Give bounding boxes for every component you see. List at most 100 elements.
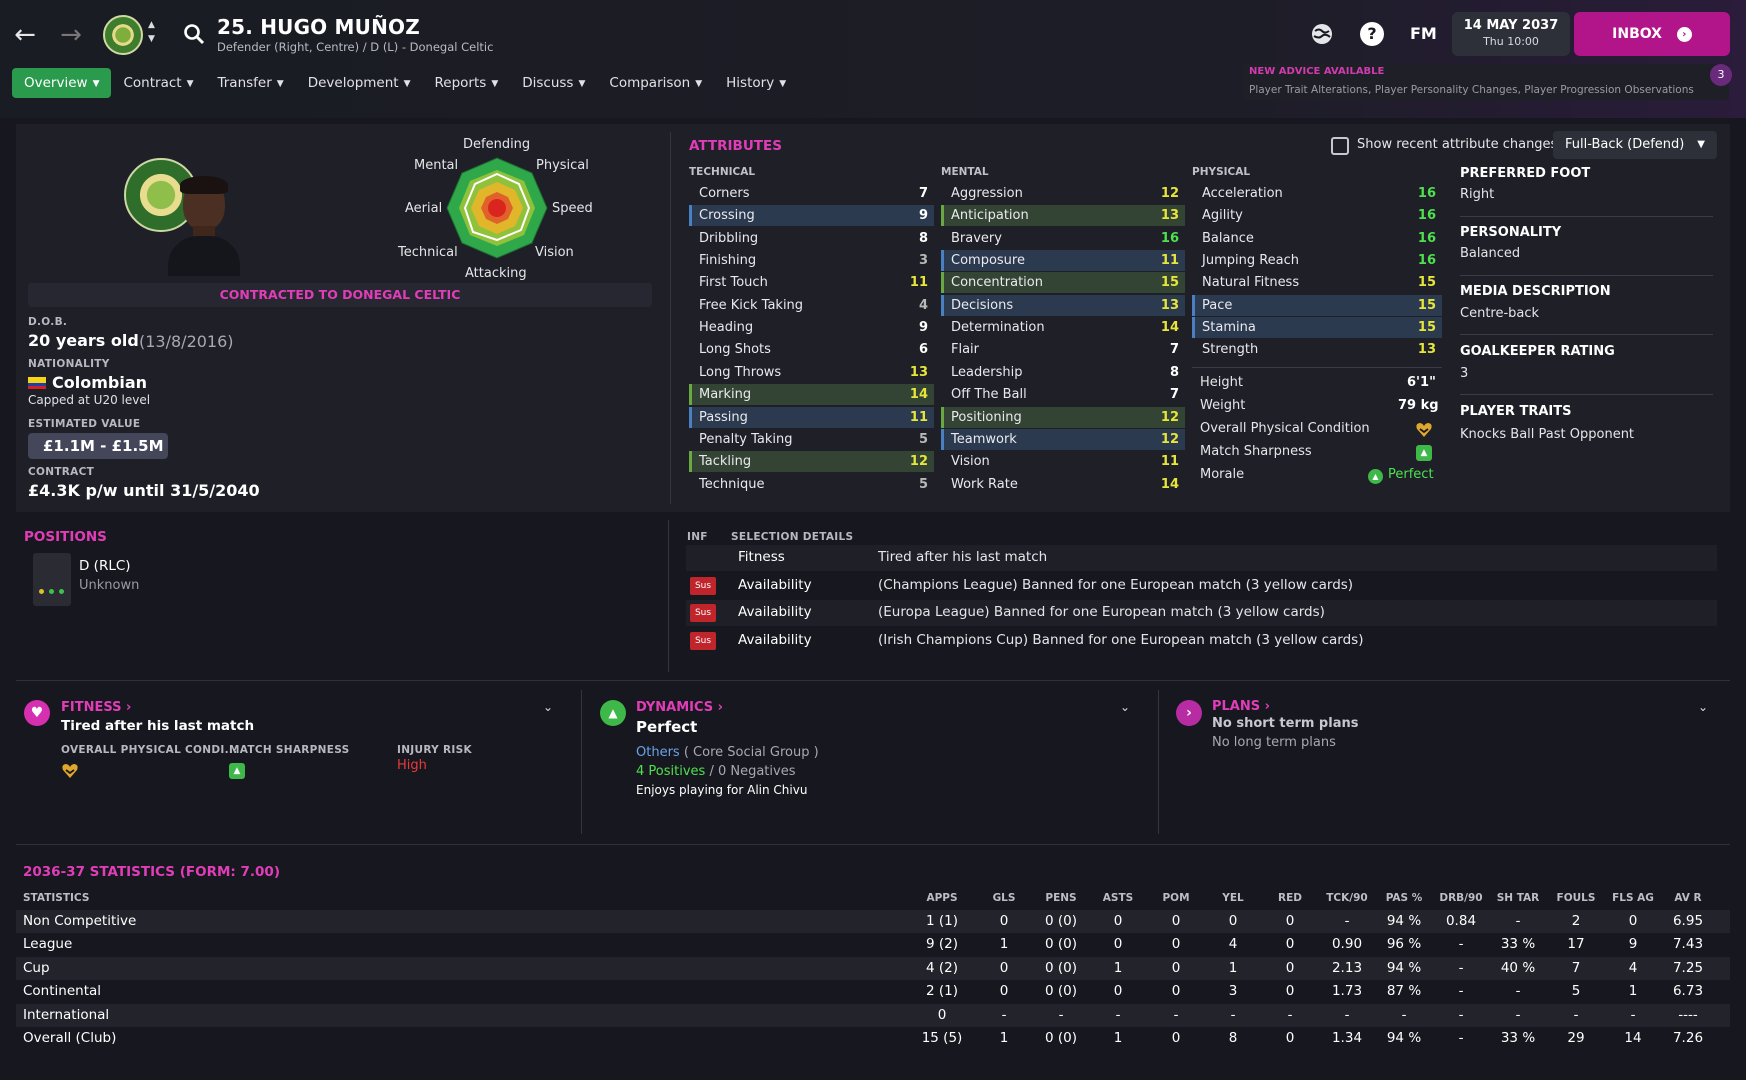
tab-comparison[interactable]: Comparison ▼ (597, 68, 714, 98)
attribute-row[interactable]: Dribbling 8 (689, 228, 934, 249)
attribute-row[interactable]: Penalty Taking 5 (689, 429, 934, 450)
attribute-row[interactable]: Acceleration 16 (1192, 183, 1442, 204)
fitness-card-title[interactable]: FITNESS › (61, 700, 131, 715)
selection-type: Fitness (738, 549, 785, 565)
dynamics-expand-chevron-icon[interactable]: ⌄ (1120, 700, 1130, 714)
card-divider (1158, 690, 1159, 834)
attribute-name: Off The Ball (951, 387, 1027, 403)
column-header[interactable]: APPS (907, 892, 977, 908)
attribute-name: Penalty Taking (699, 431, 793, 447)
table-row[interactable]: League 9 (2) 1 0 (0) 0 0 4 0 0.90 96 % -33 % 17 9 7.4… (16, 933, 1730, 956)
role-select[interactable]: Full-Back (Defend) ▼ (1553, 131, 1717, 159)
back-arrow-icon[interactable]: ← (10, 20, 40, 50)
attribute-name: Strength (1202, 342, 1259, 358)
attribute-row[interactable]: Pace 15 (1192, 294, 1442, 316)
tab-overview[interactable]: Overview ▼ (12, 68, 112, 98)
statistics-title[interactable]: 2036-37 STATISTICS (FORM: 7.00) (23, 864, 280, 880)
attribute-row[interactable]: Jumping Reach 16 (1192, 250, 1442, 271)
plans-main-text: No short term plans (1212, 716, 1359, 731)
dynamics-card-title[interactable]: DYNAMICS › (636, 700, 723, 715)
attribute-row[interactable]: Tackling 12 (689, 451, 934, 473)
attribute-row[interactable]: Marking 14 (689, 384, 934, 406)
forward-arrow-icon[interactable]: → (56, 20, 86, 50)
attribute-row[interactable]: First Touch 11 (689, 272, 934, 293)
advice-banner[interactable]: NEW ADVICE AVAILABLE Player Trait Altera… (1243, 64, 1729, 100)
attribute-value: 8 (918, 230, 928, 246)
attribute-row[interactable]: Strength 13 (1192, 339, 1442, 360)
selection-row: Fitness Tired after his last match (686, 545, 1717, 571)
plans-card-title[interactable]: PLANS › (1212, 699, 1270, 714)
attribute-row[interactable]: Stamina 15 (1192, 317, 1442, 339)
attribute-row[interactable]: Corners 7 (689, 183, 934, 204)
attribute-row[interactable]: Vision 11 (941, 451, 1185, 472)
player-traits-value[interactable]: Knocks Ball Past Opponent (1460, 427, 1634, 442)
fitness-expand-chevron-icon[interactable]: ⌄ (543, 700, 553, 714)
attributes-title: ATTRIBUTES (689, 138, 782, 154)
tab-development[interactable]: Development ▼ (296, 68, 423, 98)
fm-menu-button[interactable]: FM (1410, 24, 1437, 43)
attribute-row[interactable]: Bravery 16 (941, 228, 1185, 249)
attribute-row[interactable]: Agility 16 (1192, 205, 1442, 226)
tab-history[interactable]: History ▼ (714, 68, 798, 98)
table-cell: 0 (937, 1006, 947, 1023)
attribute-row[interactable]: Composure 11 (941, 250, 1185, 272)
social-group-link[interactable]: Others (636, 745, 680, 760)
suspension-badge: Sus (690, 576, 716, 595)
club-badge-icon[interactable] (103, 15, 143, 55)
preferred-foot-value: Right (1460, 187, 1495, 202)
attribute-row[interactable]: Anticipation 13 (941, 205, 1185, 227)
attribute-row[interactable]: Natural Fitness 15 (1192, 272, 1442, 293)
attribute-row[interactable]: Long Shots 6 (689, 339, 934, 360)
attribute-row[interactable]: Long Throws 13 (689, 362, 934, 383)
table-row[interactable]: Cup 4 (2) 0 0 (0) 1 0 1 0 2.13 94 % -40 % 7 4 7.25 (16, 956, 1730, 980)
tab-contract[interactable]: Contract ▼ (111, 68, 205, 98)
world-globe-icon[interactable] (1310, 22, 1334, 46)
tab-discuss[interactable]: Discuss ▼ (510, 68, 597, 98)
advice-count-badge[interactable]: 3 (1710, 64, 1732, 86)
radar-label-aerial: Aerial (405, 201, 443, 216)
attribute-row[interactable]: Leadership 8 (941, 362, 1185, 383)
nationality[interactable]: Colombian (52, 373, 147, 392)
chevron-down-icon: ▼ (491, 79, 499, 89)
attribute-row[interactable]: Balance 16 (1192, 228, 1442, 249)
tab-reports[interactable]: Reports ▼ (423, 68, 511, 98)
attribute-row[interactable]: Decisions 13 (941, 294, 1185, 316)
attribute-name: Long Throws (699, 364, 782, 380)
attribute-row[interactable]: Concentration 15 (941, 272, 1185, 294)
plans-expand-chevron-icon[interactable]: ⌄ (1698, 700, 1708, 714)
attribute-row[interactable]: Passing 11 (689, 406, 934, 428)
estimated-value-pill[interactable]: £1.1M - £1.5M (28, 433, 168, 459)
column-header[interactable]: AV R (1653, 892, 1723, 908)
attribute-name: First Touch (699, 275, 768, 291)
attribute-row[interactable]: Off The Ball 7 (941, 384, 1185, 405)
attribute-row[interactable]: Positioning 12 (941, 406, 1185, 428)
attribute-row[interactable]: Determination 14 (941, 317, 1185, 338)
attribute-row[interactable]: Teamwork 12 (941, 428, 1185, 450)
attribute-row[interactable]: Finishing 3 (689, 250, 934, 271)
search-icon[interactable] (183, 23, 205, 45)
inbox-button[interactable]: INBOX › (1574, 12, 1730, 56)
attribute-row[interactable]: Flair 7 (941, 339, 1185, 360)
column-header[interactable]: STATISTICS (23, 892, 89, 908)
table-row[interactable]: Non Competitive 1 (1) 0 0 (0) 0 0 0 0-94 % 0.84-… (16, 910, 1730, 933)
attribute-row[interactable]: Technique 5 (689, 474, 934, 495)
table-row[interactable]: Overall (Club) 15 (5) 1 0 (0) 1 0 8 0 1.34 94 % -3… (16, 1027, 1730, 1050)
tab-label: Contract (123, 75, 182, 91)
tab-transfer[interactable]: Transfer ▼ (205, 68, 295, 98)
club-switch-chevrons-icon[interactable]: ▲ ▼ (148, 18, 155, 46)
physical-extras-divider (1192, 367, 1442, 368)
show-changes-checkbox[interactable] (1331, 137, 1349, 155)
attribute-row[interactable]: Crossing 9 (689, 205, 934, 227)
table-row[interactable]: International 0- - - - - - - - - - - - ---- (16, 1003, 1730, 1027)
help-icon[interactable]: ? (1360, 22, 1384, 46)
table-row[interactable]: Continental 2 (1) 0 0 (0) 0 0 3 0 1.73 87 % - -5 1 6.… (16, 980, 1730, 1003)
dynamics-title-text: DYNAMICS (636, 700, 714, 715)
show-changes-label[interactable]: Show recent attribute changes (1357, 137, 1557, 152)
player-dob: (13/8/2016) (139, 332, 234, 351)
attribute-row[interactable]: Free Kick Taking 4 (689, 295, 934, 316)
attribute-row[interactable]: Work Rate 14 (941, 474, 1185, 495)
attribute-row[interactable]: Aggression 12 (941, 183, 1185, 204)
position-familiarity: Unknown (79, 578, 140, 593)
attribute-row[interactable]: Heading 9 (689, 317, 934, 338)
date-continue-box[interactable]: 14 MAY 2037 Thu 10:00 (1452, 12, 1570, 56)
